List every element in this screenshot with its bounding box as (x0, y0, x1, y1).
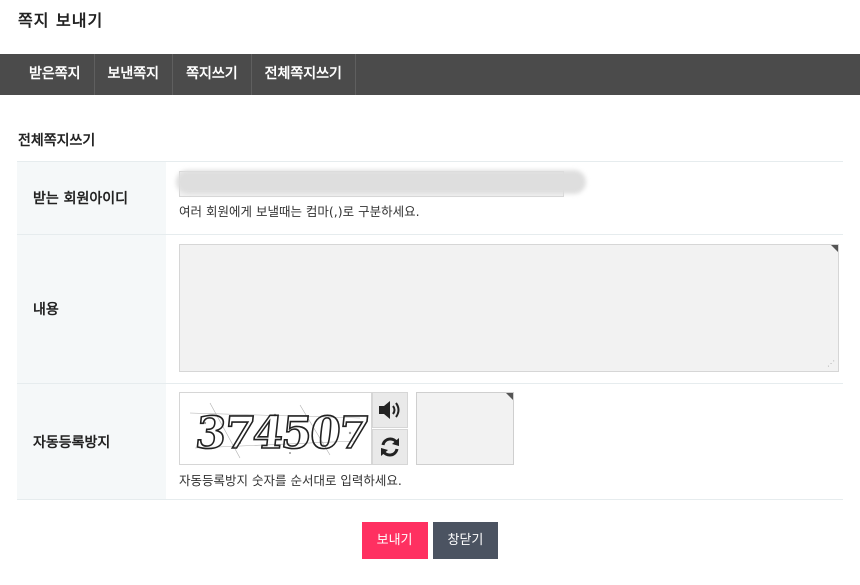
content-label: 내용 (17, 234, 166, 384)
captcha-image: 374507 (179, 392, 372, 465)
speaker-icon (379, 401, 400, 419)
redaction-blur (176, 170, 586, 194)
tab-sent[interactable]: 보낸쪽지 (95, 54, 174, 95)
refresh-icon (381, 437, 399, 457)
close-window-button[interactable]: 창닫기 (432, 522, 499, 559)
window-title: 쪽지 보내기 (18, 11, 104, 30)
action-buttons: 보내기 창닫기 (0, 522, 860, 559)
captcha-audio-button[interactable] (372, 392, 408, 428)
tab-received[interactable]: 받은쪽지 (16, 54, 95, 95)
tab-bar: 받은쪽지 보낸쪽지 쪽지쓰기 전체쪽지쓰기 (0, 54, 860, 95)
required-corner-icon (506, 393, 513, 400)
resize-grip-icon[interactable]: ⋰ (827, 360, 835, 368)
captcha-refresh-button[interactable] (372, 429, 408, 465)
recipient-input[interactable] (176, 170, 586, 197)
required-corner-icon (831, 245, 838, 252)
send-button[interactable]: 보내기 (361, 522, 428, 559)
captcha-text: 374507 (193, 408, 370, 459)
tab-write-all[interactable]: 전체쪽지쓰기 (252, 54, 356, 95)
captcha-input[interactable] (416, 392, 514, 465)
recipient-label: 받는 회원아이디 (17, 161, 166, 235)
tab-write[interactable]: 쪽지쓰기 (173, 54, 252, 95)
section-title: 전체쪽지쓰기 (18, 133, 96, 149)
content-textarea[interactable]: ⋰ (179, 244, 839, 372)
recipient-help: 여러 회원에게 보낼때는 컴마(,)로 구분하세요. (179, 204, 420, 219)
memo-form: 받는 회원아이디 여러 회원에게 보낼때는 컴마(,)로 구분하세요. 내용 ⋰… (17, 161, 843, 500)
captcha-label: 자동등록방지 (17, 383, 166, 500)
captcha-help: 자동등록방지 숫자를 순서대로 입력하세요. (179, 473, 402, 488)
